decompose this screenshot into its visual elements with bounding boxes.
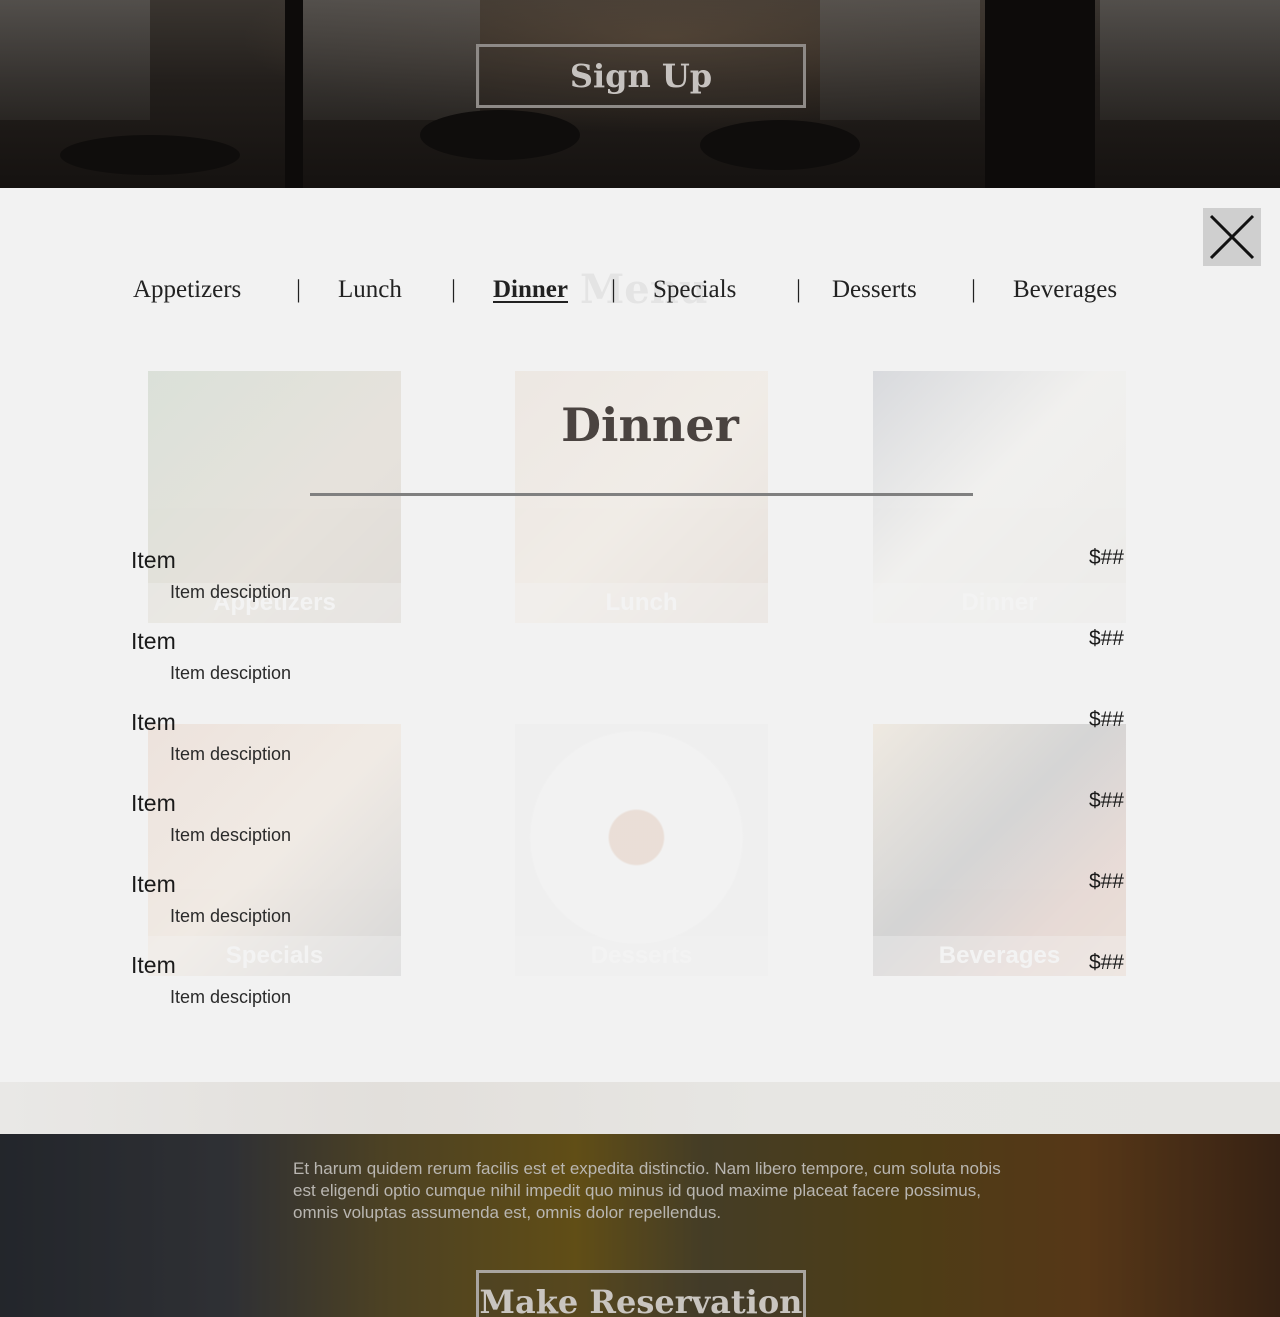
close-icon — [1209, 214, 1255, 260]
menu-item-description: Item desciption — [170, 744, 292, 764]
tab-specials[interactable]: Specials — [653, 276, 736, 304]
hero-window — [300, 0, 480, 120]
hero-table — [700, 120, 860, 170]
menu-item-price: $## — [1088, 789, 1124, 812]
menu-item-row: Item Item desciption $## — [0, 627, 1280, 708]
menu-item-description: Item desciption — [170, 987, 292, 1007]
menu-item-name: Item — [131, 871, 176, 897]
hero-window — [0, 0, 150, 120]
tab-lunch[interactable]: Lunch — [338, 276, 402, 304]
menu-item-row: Item Item desciption $## — [0, 870, 1280, 951]
menu-item-price: $## — [1088, 951, 1124, 974]
menu-item-price: $## — [1088, 546, 1124, 569]
menu-item-name: Item — [131, 790, 176, 816]
tab-appetizers[interactable]: Appetizers — [133, 276, 241, 304]
tab-separator: | — [296, 276, 302, 303]
sign-up-button[interactable]: Sign Up — [476, 44, 806, 108]
tab-separator: | — [971, 276, 977, 303]
menu-item-name: Item — [131, 952, 176, 978]
menu-item-description: Item desciption — [170, 825, 292, 845]
menu-item-name: Item — [131, 547, 176, 573]
menu-item-description: Item desciption — [170, 582, 292, 602]
menu-item-price: $## — [1088, 708, 1124, 731]
menu-item-description: Item desciption — [170, 906, 292, 926]
tab-separator: | — [796, 276, 802, 303]
hero-bottom-background: Et harum quidem rerum facilis est et exp… — [0, 1134, 1280, 1317]
menu-item-row: Item Item desciption $## — [0, 708, 1280, 789]
hero-paragraph: Et harum quidem rerum facilis est et exp… — [293, 1159, 1001, 1222]
section-band — [0, 1082, 1280, 1134]
close-button[interactable] — [1203, 208, 1261, 266]
menu-item-price: $## — [1088, 870, 1124, 893]
menu-item-row: Item Item desciption $## — [0, 546, 1280, 627]
menu-item-row: Item Item desciption $## — [0, 789, 1280, 870]
menu-item-name: Item — [131, 709, 176, 735]
hero-window — [820, 0, 980, 120]
tab-separator: | — [611, 276, 617, 303]
category-tabs: Appetizers | Lunch | Dinner | Specials |… — [0, 276, 1280, 306]
menu-modal: Menu Appetizers Lunch Dinner Specials De… — [0, 188, 1280, 1082]
menu-item-price: $## — [1088, 627, 1124, 650]
hero-top-background: Sign Up — [0, 0, 1280, 188]
menu-item-description: Item desciption — [170, 663, 292, 683]
menu-section-title: Dinner — [561, 398, 739, 452]
tab-desserts[interactable]: Desserts — [832, 276, 917, 304]
tab-beverages[interactable]: Beverages — [1013, 276, 1117, 304]
tab-dinner[interactable]: Dinner — [493, 276, 568, 304]
hero-pillar — [985, 0, 1095, 188]
hero-pillar — [285, 0, 303, 188]
hero-table — [420, 110, 580, 160]
tab-separator: | — [451, 276, 457, 303]
title-divider — [310, 493, 973, 496]
hero-table — [60, 135, 240, 175]
menu-item-row: Item Item desciption $## — [0, 951, 1280, 1032]
menu-item-name: Item — [131, 628, 176, 654]
make-reservation-button[interactable]: Make Reservation — [476, 1270, 806, 1317]
hero-window — [1100, 0, 1280, 120]
